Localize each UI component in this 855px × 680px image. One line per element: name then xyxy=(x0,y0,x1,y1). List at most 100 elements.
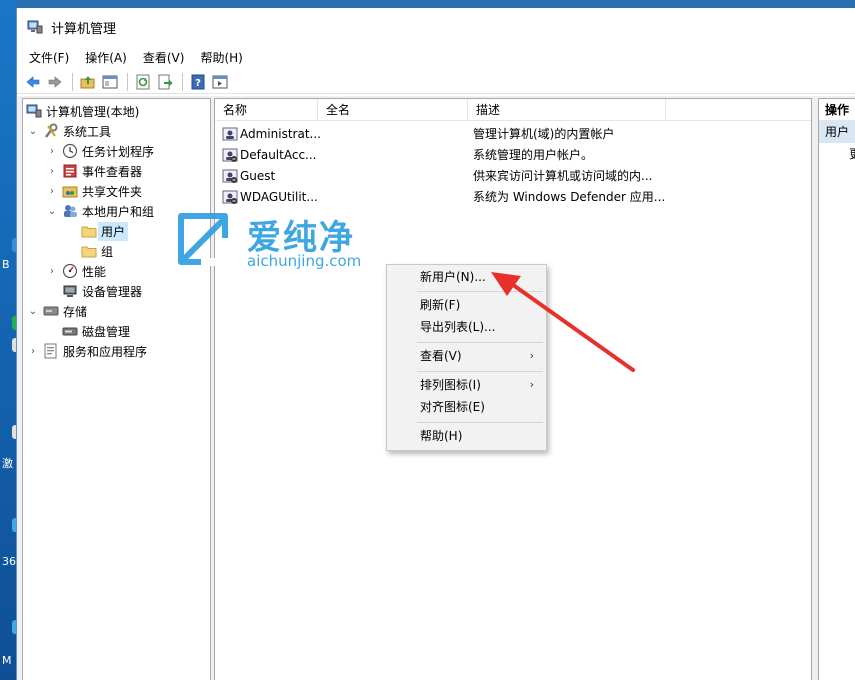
forward-button[interactable] xyxy=(45,72,65,92)
user-name-cell: Guest xyxy=(215,168,468,184)
chevron-right-icon: › xyxy=(529,349,534,362)
folder-up-icon xyxy=(80,75,95,88)
context-menu-item-help[interactable]: 帮助(H) xyxy=(387,425,546,447)
context-menu-item-export-list[interactable]: 导出列表(L)... xyxy=(387,316,546,338)
desktop-background: B 激 360 M xyxy=(0,0,23,680)
table-row[interactable]: Administrat... 管理计算机(域)的内置帐户 xyxy=(215,123,811,144)
context-menu-item-view[interactable]: 查看(V) › xyxy=(387,345,546,367)
user-name: Administrat... xyxy=(240,126,321,141)
user-name: DefaultAcc... xyxy=(240,147,317,162)
menu-help[interactable]: 帮助(H) xyxy=(192,47,250,69)
tree-item-task-scheduler[interactable]: › 任务计划程序 xyxy=(45,141,154,161)
column-header-description[interactable]: 描述 xyxy=(468,99,666,121)
storage-icon xyxy=(43,303,59,319)
chevron-right-icon[interactable]: › xyxy=(45,144,59,158)
user-description: 供来宾访问计算机或访问域的内... xyxy=(473,169,653,183)
tree-item-label: 存储 xyxy=(63,304,88,319)
user-name: WDAGUtilit... xyxy=(240,189,318,204)
menu-bar: 文件(F) 操作(A) 查看(V) 帮助(H) xyxy=(17,46,855,70)
context-menu-item-arrange-icons[interactable]: 排列图标(I) › xyxy=(387,374,546,396)
context-menu-separator xyxy=(417,422,543,423)
services-apps-icon xyxy=(43,343,59,359)
table-row[interactable]: WDAGUtilit... 系统为 Windows Defender 应用... xyxy=(215,186,811,207)
tree-item-disk-management[interactable]: 磁盘管理 xyxy=(59,321,130,341)
user-name-cell: WDAGUtilit... xyxy=(215,189,468,205)
chevron-right-icon[interactable]: › xyxy=(45,184,59,198)
desktop-label-fragment: B xyxy=(2,258,10,271)
user-description: 系统管理的用户帐户。 xyxy=(473,148,594,162)
column-header-name[interactable]: 名称 xyxy=(215,99,318,121)
tree-item-device-manager[interactable]: 设备管理器 xyxy=(59,281,142,301)
user-name-cell: Administrat... xyxy=(215,126,468,142)
context-menu-item-label: 查看(V) xyxy=(420,349,462,363)
tree-item-label: 组 xyxy=(101,244,114,259)
tree-item-storage[interactable]: ⌄ 存储 xyxy=(26,301,87,321)
tree-item-label: 性能 xyxy=(82,264,107,279)
local-users-groups-icon xyxy=(62,203,78,219)
chevron-right-icon[interactable]: › xyxy=(26,344,40,358)
table-row[interactable]: DefaultAcc... 系统管理的用户帐户。 xyxy=(215,144,811,165)
user-name: Guest xyxy=(240,168,276,183)
title-bar[interactable]: 计算机管理 xyxy=(17,8,855,46)
chevron-down-icon[interactable]: ⌄ xyxy=(26,304,40,318)
desktop-label-fragment: 激 xyxy=(2,457,13,470)
chevron-down-icon[interactable]: ⌄ xyxy=(45,204,59,218)
menu-view[interactable]: 查看(V) xyxy=(135,47,193,69)
tree-item-shared-folders[interactable]: › 共享文件夹 xyxy=(45,181,142,201)
menu-file[interactable]: 文件(F) xyxy=(21,47,77,69)
action-section-users[interactable]: 用户 xyxy=(819,121,855,143)
context-menu-separator xyxy=(417,291,543,292)
tree-item-users[interactable]: 用户 xyxy=(78,221,129,241)
toolbar-separator xyxy=(182,72,183,91)
context-menu-item-new-user[interactable]: 新用户(N)... xyxy=(387,266,546,288)
export-icon xyxy=(158,74,173,89)
show-hide-action-pane-button[interactable] xyxy=(210,72,230,92)
event-viewer-icon xyxy=(62,163,78,179)
tree-item-label: 磁盘管理 xyxy=(82,324,131,339)
column-header-row: 名称 全名 描述 xyxy=(215,99,811,121)
column-header-fullname[interactable]: 全名 xyxy=(318,99,468,121)
context-menu-item-refresh[interactable]: 刷新(F) xyxy=(387,294,546,316)
help-button[interactable]: ? xyxy=(188,72,208,92)
console-tree-icon xyxy=(102,75,118,88)
context-menu-item-align-icons[interactable]: 对齐图标(E) xyxy=(387,396,546,418)
watermark-logo-icon xyxy=(178,213,229,266)
watermark-text-en: aichunjing.com xyxy=(247,252,362,270)
chevron-right-icon: › xyxy=(529,378,534,391)
menu-action[interactable]: 操作(A) xyxy=(77,47,135,69)
tree-item-groups[interactable]: 组 xyxy=(78,241,113,261)
export-list-button[interactable] xyxy=(155,72,175,92)
window-title: 计算机管理 xyxy=(51,21,117,37)
context-menu-item-label: 刷新(F) xyxy=(420,298,461,312)
tree-item-label: 计算机管理(本地) xyxy=(46,104,140,119)
tree-item-performance[interactable]: › 性能 xyxy=(45,261,106,281)
tree-item-services-apps[interactable]: › 服务和应用程序 xyxy=(26,341,147,361)
user-account-icon xyxy=(222,127,238,140)
action-pane-icon xyxy=(212,75,228,88)
device-manager-icon xyxy=(62,283,78,299)
back-button[interactable] xyxy=(23,72,43,92)
console-tree[interactable]: 计算机管理(本地) ⌄ 系统工具 › 任务计划程序 › 事件查看器 › 共享文件… xyxy=(22,98,211,680)
context-menu-item-label: 排列图标(I) xyxy=(420,378,481,392)
context-menu-separator xyxy=(417,342,543,343)
tree-item-label: 共享文件夹 xyxy=(82,184,143,199)
up-level-button[interactable] xyxy=(78,72,98,92)
computer-management-icon xyxy=(27,20,43,34)
folder-icon xyxy=(81,243,97,259)
show-hide-tree-button[interactable] xyxy=(100,72,120,92)
tree-item-system-tools[interactable]: ⌄ 系统工具 xyxy=(26,121,111,141)
context-menu-item-label: 新用户(N)... xyxy=(420,270,486,284)
action-pane: 操作 用户 更多操作 xyxy=(818,98,855,680)
tree-item-local-users-groups[interactable]: ⌄ 本地用户和组 xyxy=(45,201,154,221)
refresh-button[interactable] xyxy=(133,72,153,92)
chevron-down-icon[interactable]: ⌄ xyxy=(26,124,40,138)
more-actions-link[interactable]: 更多操作 xyxy=(819,143,855,165)
user-description: 系统为 Windows Defender 应用... xyxy=(473,190,666,204)
chevron-right-icon[interactable]: › xyxy=(45,264,59,278)
chevron-right-icon[interactable]: › xyxy=(45,164,59,178)
user-account-disabled-icon xyxy=(222,148,238,162)
tree-item-label: 本地用户和组 xyxy=(82,204,155,219)
tree-item-computer-management[interactable]: 计算机管理(本地) xyxy=(26,101,139,121)
tree-item-event-viewer[interactable]: › 事件查看器 xyxy=(45,161,142,181)
table-row[interactable]: Guest 供来宾访问计算机或访问域的内... xyxy=(215,165,811,186)
